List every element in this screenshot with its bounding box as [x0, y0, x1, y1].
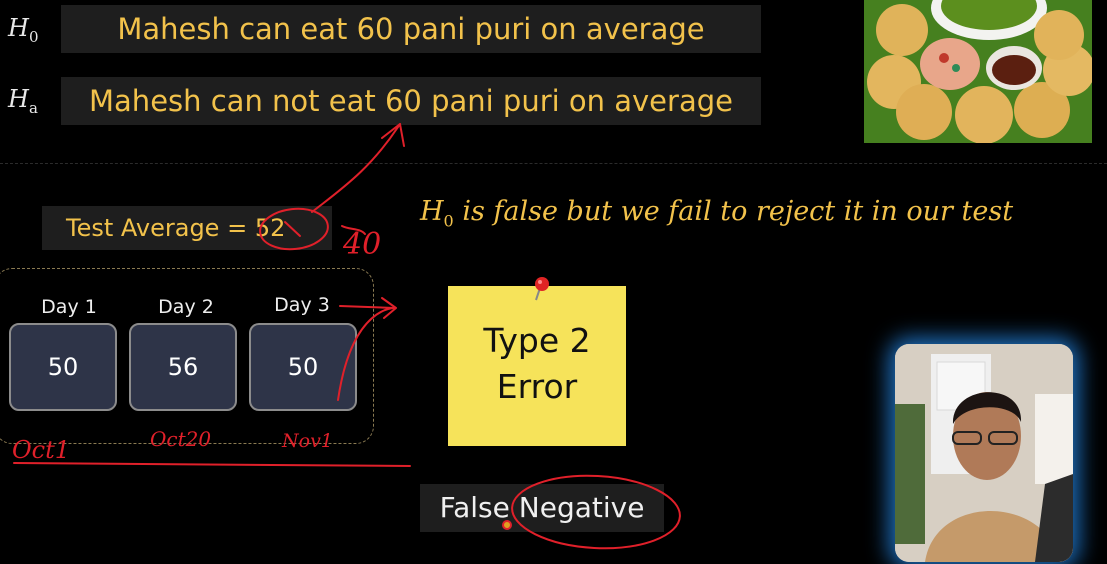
section-divider [0, 163, 1107, 164]
day-label: Day 3 [274, 294, 330, 316]
sticky-note: Type 2 Error [448, 286, 626, 446]
alternative-hypothesis-text: Mahesh can not eat 60 pani puri on avera… [89, 84, 733, 118]
null-hypothesis-text: Mahesh can eat 60 pani puri on average [117, 12, 705, 46]
false-word: False [439, 491, 510, 524]
false-negative-box: False Negative [420, 484, 664, 532]
test-average-value: 52 [254, 214, 286, 242]
pani-puri-photo [864, 0, 1092, 143]
null-hypothesis-symbol: H0 [8, 14, 39, 46]
pushpin-icon [535, 277, 549, 301]
day-value: 56 [167, 353, 199, 381]
null-hypothesis-box: Mahesh can eat 60 pani puri on average [61, 5, 761, 53]
day-label: Day 1 [41, 296, 97, 318]
day-card: 50 [9, 323, 117, 411]
alternative-hypothesis-box: Mahesh can not eat 60 pani puri on avera… [61, 77, 761, 125]
day-value: 50 [47, 353, 79, 381]
sticky-note-line1: Type 2 [483, 321, 591, 360]
negative-word: Negative [518, 491, 645, 524]
alternative-hypothesis-symbol: Ha [8, 85, 38, 117]
day-value: 50 [287, 353, 319, 381]
day-card: 50 [249, 323, 357, 411]
test-average-box: Test Average = 52 [42, 206, 332, 250]
day-label: Day 2 [158, 296, 214, 318]
day-card: 56 [129, 323, 237, 411]
presenter-webcam [895, 344, 1073, 562]
test-average-label: Test Average = [66, 214, 255, 242]
type2-formula: H0 is false but we fail to reject it in … [420, 196, 1014, 231]
handwritten-40: 40 [342, 227, 381, 262]
sticky-note-line2: Error [496, 367, 578, 406]
